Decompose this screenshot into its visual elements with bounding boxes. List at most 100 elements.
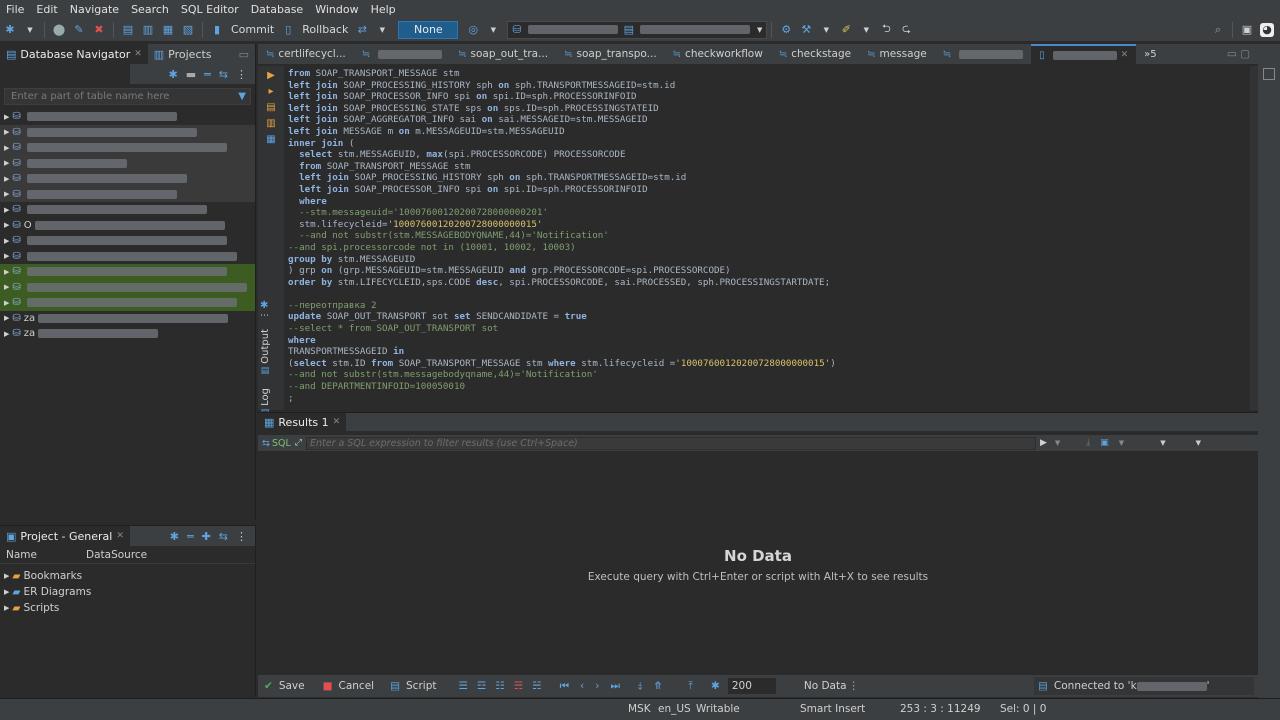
column-name[interactable]: Name [0,549,86,561]
navigator-connection-row[interactable]: ▶ ⛁ [0,140,255,156]
menu-help[interactable]: Help [365,3,402,16]
menu-sql-editor[interactable]: SQL Editor [175,3,245,16]
expand-arrow-icon[interactable]: ▶ [4,283,9,291]
navigator-connection-row[interactable]: ▶ ⛁ za [0,326,255,342]
explain-plan-icon[interactable]: ▥ [266,118,275,129]
expand-arrow-icon[interactable]: ▶ [4,604,9,612]
expand-icon[interactable]: ✱ [260,300,272,311]
navigator-connection-row[interactable]: ▶ ⛁ O [0,218,255,234]
connect-icon[interactable]: ⬤ [52,23,66,37]
editor-tab[interactable]: ≒ message [859,44,935,64]
panel-options-icon[interactable]: ▼ [1196,439,1201,447]
menu-search[interactable]: Search [125,3,175,16]
link-icon[interactable]: ⇆ [219,68,228,81]
cancel-button[interactable]: Cancel [339,680,375,692]
navigator-connection-row[interactable]: ▶ ⛁ [0,155,255,171]
edit-row-icon[interactable]: ☰ [458,680,467,692]
tab-output[interactable]: Output ▤ [258,329,272,376]
last-page-icon[interactable]: ⏭ [610,680,619,693]
navigator-connection-row[interactable]: ▶ ⛁ [0,279,255,295]
load-plan-icon[interactable]: ▦ [266,134,275,145]
editor-tab[interactable]: ▯ ✕ [1031,44,1137,64]
close-icon[interactable]: ✕ [134,49,142,59]
configure-icon[interactable]: ✱ [170,530,179,543]
execute-new-tab-icon[interactable]: ▤ [266,102,275,113]
dropdown-arrow-icon[interactable]: ▼ [375,23,389,37]
tab-results-1[interactable]: ▦ Results 1 ✕ [258,413,347,431]
dropdown-arrow-icon[interactable]: ▼ [486,23,500,37]
editor-scrollbar[interactable] [1250,66,1258,410]
close-icon[interactable]: ✕ [333,417,341,427]
dropdown-arrow-icon[interactable]: ▼ [23,23,37,37]
open-editor-icon[interactable]: ▥ [141,23,155,37]
transaction-log-icon[interactable]: ⇄ [355,23,369,37]
new-connection-icon[interactable]: ✱ [169,68,178,81]
tab-project-general[interactable]: ▣ Project - General ✕ [0,526,130,546]
folder-icon[interactable]: ▬ [186,68,196,81]
invalidate-icon[interactable]: ✖ [92,23,106,37]
navigator-connection-row[interactable]: ▶ ⛁ za [0,311,255,327]
fetch-next-icon[interactable]: ⤈ [638,680,643,693]
tab-database-navigator[interactable]: ▤ Database Navigator ✕ [0,44,148,64]
save-button[interactable]: Save [279,680,305,692]
navigator-connection-row[interactable]: ▶ ⛁ [0,109,255,125]
expand-arrow-icon[interactable]: ▶ [4,144,9,152]
erase-filter-icon[interactable]: ⤓ [1086,438,1090,448]
sql-code[interactable]: from SOAP_TRANSPORT_MESSAGE stm left joi… [288,68,1248,404]
script-button[interactable]: Script [406,680,436,692]
view-menu-icon[interactable]: ⋮ [236,530,247,543]
navigator-connection-row[interactable]: ▶ ⛁ [0,202,255,218]
fetch-size-input[interactable]: 200 [727,678,776,694]
sql-editor-icon[interactable]: ▤ [121,23,135,37]
editor-tab[interactable]: ≒ checkstage [771,44,859,64]
editor-window-controls[interactable]: ▭ ▢ [1227,48,1250,60]
menu-window[interactable]: Window [309,3,364,16]
next-page-icon[interactable]: › [595,680,599,693]
delete-row-icon[interactable]: ☴ [514,680,523,692]
highlight-icon[interactable]: ✐ [839,23,853,37]
minimize-icon[interactable]: ▭ [239,48,249,61]
execute-statement-icon[interactable]: ▶ [267,70,275,81]
tab-overflow-button[interactable]: »5 [1144,49,1156,60]
refresh-settings-icon[interactable]: ✱ [711,680,720,692]
navigator-connection-row[interactable]: ▶ ⛁ [0,124,255,140]
status-menu-icon[interactable]: ⋮ [849,680,860,692]
settings-icon[interactable]: ⚙ [779,23,793,37]
navigator-connection-row[interactable]: ▶ ⛁ [0,295,255,311]
collapse-icon[interactable]: ═ [187,530,194,543]
previous-page-icon[interactable]: ‹ [580,680,584,693]
editor-tab[interactable]: ≒ certlifecycl... [258,44,354,64]
navigator-connection-row[interactable]: ▶ ⛁ [0,233,255,249]
search-icon[interactable]: ⌕ [1211,23,1225,37]
editor-tab[interactable]: ≒ checkworkflow [665,44,771,64]
transaction-icon[interactable]: ▧ [181,23,195,37]
expand-arrow-icon[interactable]: ▶ [4,175,9,183]
preferences-icon[interactable]: ⚒ [799,23,813,37]
expand-arrow-icon[interactable]: ▶ [4,128,9,136]
menu-navigate[interactable]: Navigate [64,3,125,16]
navigator-connection-row[interactable]: ▶ ⛁ [0,171,255,187]
expand-arrow-icon[interactable]: ▶ [4,221,9,229]
column-datasource[interactable]: DataSource [86,549,147,561]
expand-arrow-icon[interactable]: ▶ [4,206,9,214]
dbeaver-icon[interactable]: ◕ [1260,22,1274,37]
menu-edit[interactable]: Edit [30,3,63,16]
project-item-bookmarks[interactable]: ▶ ▰ Bookmarks [0,568,255,584]
expand-arrow-icon[interactable]: ▶ [4,572,9,580]
view-menu-icon[interactable]: ⋮ [236,68,247,81]
forward-icon[interactable]: ⮎ [899,22,913,37]
save-filter-icon[interactable]: ▣ [1100,438,1109,448]
fetch-all-icon[interactable]: ⤊ [654,680,663,693]
project-item-er-diagrams[interactable]: ▶ ▰ ER Diagrams [0,584,255,600]
expand-arrow-icon[interactable]: ▶ [4,252,9,260]
navigator-connection-row[interactable]: ▶ ⛁ [0,264,255,280]
dropdown-arrow-icon[interactable]: ▼ [859,23,873,37]
sql-filter-toggle[interactable]: ⇆ SQL [258,438,295,449]
expand-arrow-icon[interactable]: ▶ [4,588,9,596]
transaction-mode-select[interactable]: None [398,20,459,39]
editor-tab[interactable]: ≒ soap_out_tra... [450,44,556,64]
expand-arrow-icon[interactable]: ▶ [4,268,9,276]
expand-arrow-icon[interactable]: ▶ [4,314,9,322]
project-item-scripts[interactable]: ▶ ▰ Scripts [0,600,255,616]
back-icon[interactable]: ⮌ [879,22,893,37]
